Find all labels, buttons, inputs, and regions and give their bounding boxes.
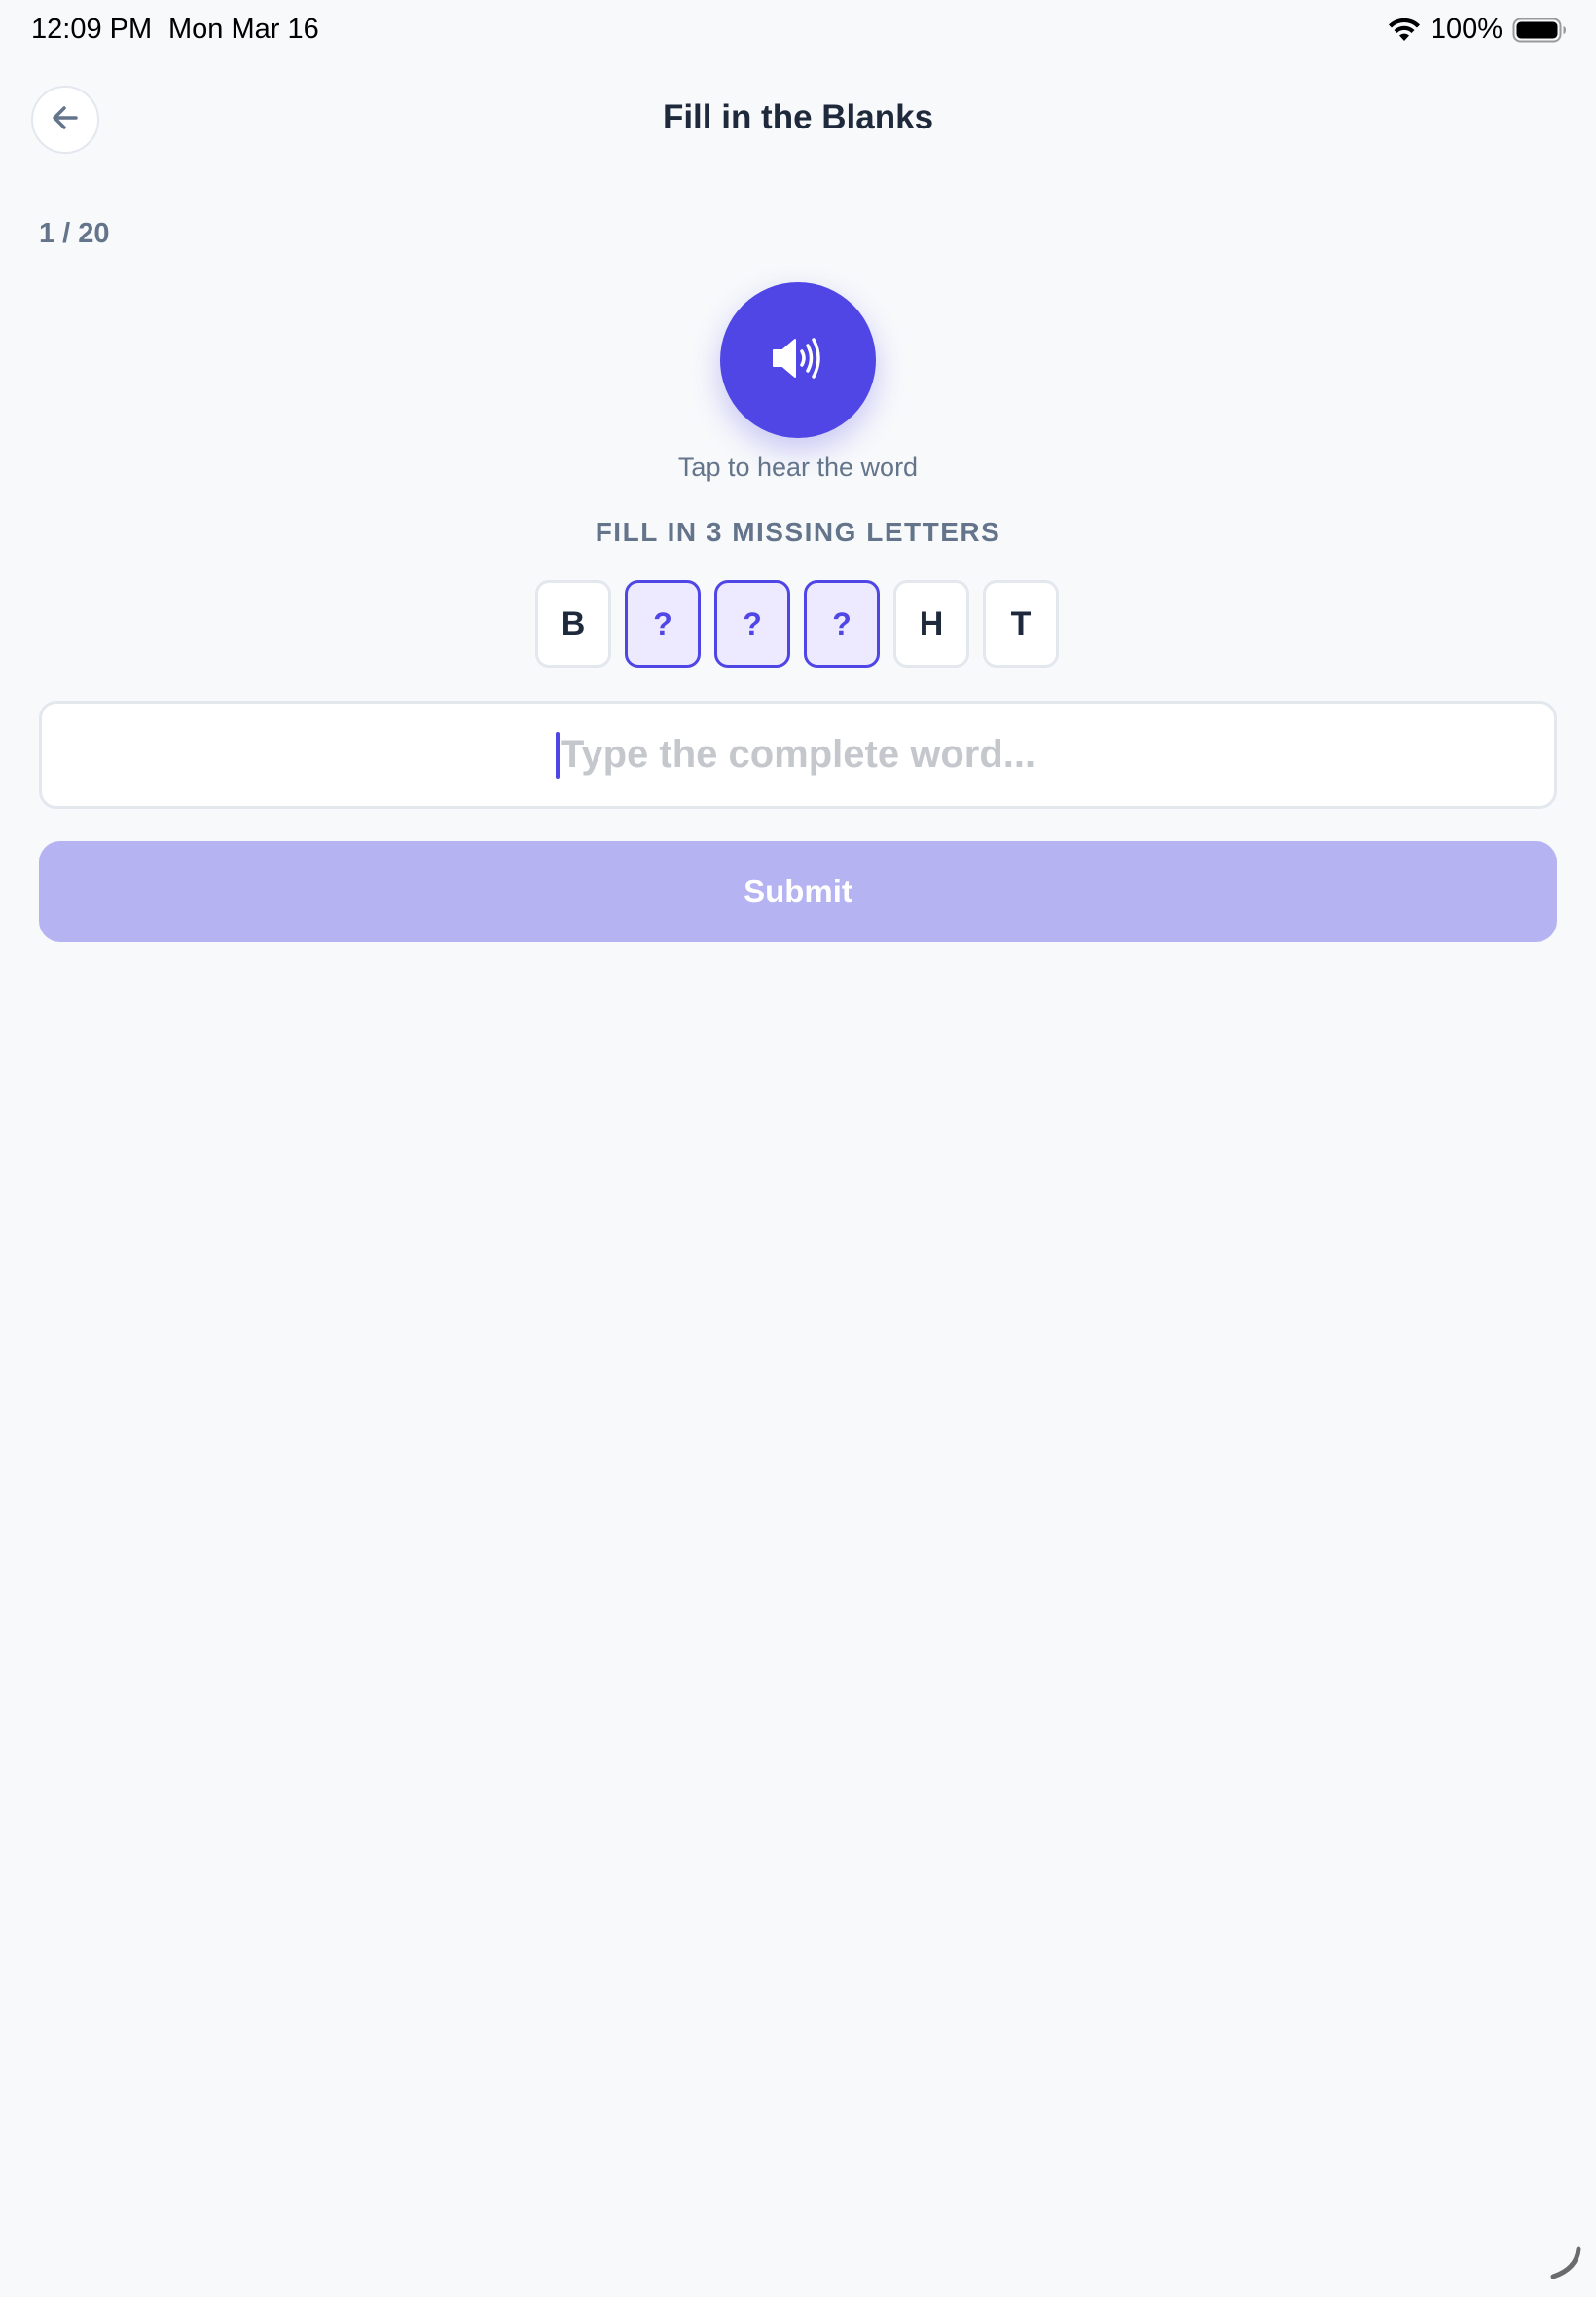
blank-letter-tile: ? — [714, 580, 790, 668]
page-title: Fill in the Blanks — [662, 98, 934, 136]
instruction-label: FILL IN 3 MISSING LETTERS — [595, 517, 1001, 547]
status-indicators: 100% — [1388, 14, 1567, 46]
battery-percentage: 100% — [1430, 14, 1503, 45]
wifi-icon — [1388, 18, 1421, 43]
letter-tile: B — [535, 580, 611, 668]
audio-hint: Tap to hear the word — [677, 453, 919, 482]
battery-icon — [1512, 18, 1567, 43]
speaker-icon — [771, 335, 825, 386]
letter-tiles: B ? ? ? H T — [535, 580, 1059, 668]
play-audio-button[interactable] — [720, 282, 876, 438]
fill-in-the-blanks-screen: 12:09 PM Mon Mar 16 100% Fill in the Bla… — [0, 0, 1596, 2297]
status-bar: 12:09 PM Mon Mar 16 100% — [0, 0, 1596, 62]
status-time: 12:09 PM — [31, 14, 153, 45]
submit-button[interactable]: Submit — [39, 841, 1557, 942]
letter-tile: T — [983, 580, 1059, 668]
letter-tile: H — [893, 580, 969, 668]
blank-letter-tile: ? — [804, 580, 880, 668]
status-date: Mon Mar 16 — [168, 14, 319, 45]
blank-letter-tile: ? — [625, 580, 701, 668]
resize-grip-icon — [1547, 2245, 1582, 2285]
question-progress: 1 / 20 — [39, 218, 110, 249]
word-input[interactable] — [39, 701, 1557, 809]
text-caret — [556, 732, 560, 779]
